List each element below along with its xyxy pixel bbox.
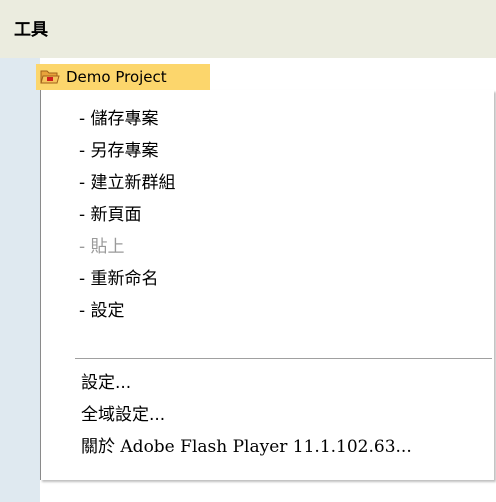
tree-item-demo-project[interactable]: Demo Project — [36, 64, 210, 90]
menu-separator — [75, 358, 492, 360]
tools-header: 工具 — [0, 0, 496, 58]
menu-item-create-group[interactable]: - 建立新群組 — [79, 172, 176, 194]
menu-item-global-settings[interactable]: 全域設定... — [81, 404, 165, 426]
menu-item-flash-settings[interactable]: 設定... — [81, 372, 131, 394]
menu-item-save-project-as[interactable]: - 另存專案 — [79, 140, 159, 162]
app-window: 工具 Demo Project - 儲存專案 - 另存專案 - 建立新群組 - … — [0, 0, 496, 502]
menu-item-rename[interactable]: - 重新命名 — [79, 268, 159, 290]
tools-title: 工具 — [14, 20, 48, 40]
tree-left-strip — [0, 58, 40, 502]
context-menu: - 儲存專案 - 另存專案 - 建立新群組 - 新頁面 - 貼上 - 重新命名 … — [40, 90, 494, 480]
folder-open-icon — [40, 67, 60, 87]
menu-item-settings[interactable]: - 設定 — [79, 300, 125, 322]
menu-item-about-flash[interactable]: 關於 Adobe Flash Player 11.1.102.63... — [81, 436, 412, 458]
menu-item-save-project[interactable]: - 儲存專案 — [79, 108, 159, 130]
menu-item-new-page[interactable]: - 新頁面 — [79, 204, 142, 226]
project-name-label: Demo Project — [66, 68, 167, 86]
menu-item-paste: - 貼上 — [79, 237, 125, 257]
